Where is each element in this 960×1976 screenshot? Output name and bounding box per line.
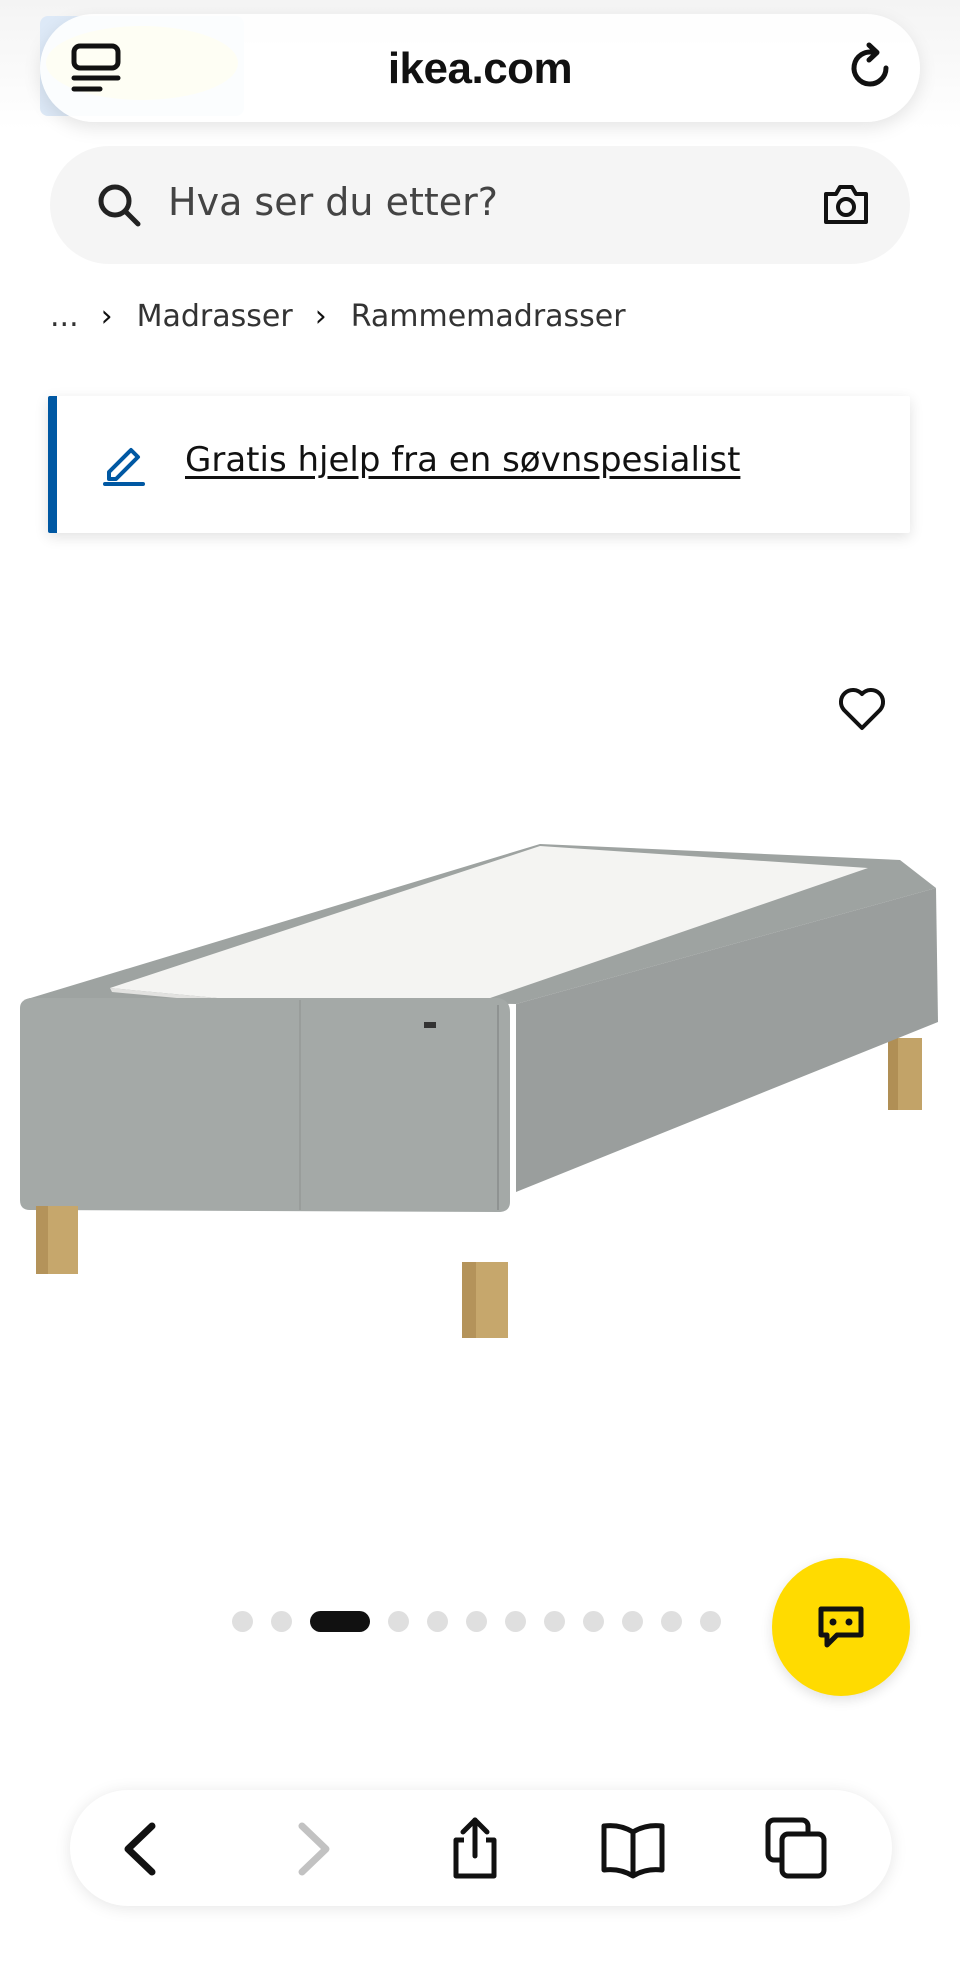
carousel-dot[interactable] bbox=[466, 1610, 487, 1632]
carousel-dot[interactable] bbox=[661, 1610, 682, 1632]
camera-icon[interactable] bbox=[822, 182, 870, 226]
carousel-indicator bbox=[232, 1610, 739, 1632]
url-text[interactable]: ikea.com bbox=[40, 44, 920, 94]
sleep-specialist-link[interactable]: Gratis hjelp fra en søvnspesialist bbox=[185, 440, 740, 480]
carousel-dot[interactable] bbox=[544, 1610, 565, 1632]
address-bar[interactable]: ikea.com bbox=[40, 14, 920, 122]
carousel-dot[interactable] bbox=[505, 1610, 526, 1632]
sleep-specialist-banner[interactable]: Gratis hjelp fra en søvnspesialist bbox=[48, 396, 910, 533]
breadcrumb-item-madrasser[interactable]: Madrasser bbox=[137, 299, 293, 334]
carousel-dot[interactable] bbox=[427, 1610, 448, 1632]
share-icon[interactable] bbox=[442, 1816, 508, 1882]
carousel-dot-active[interactable] bbox=[310, 1610, 370, 1632]
search-field[interactable]: Hva ser du etter? bbox=[50, 146, 910, 264]
forward-icon bbox=[298, 1822, 330, 1876]
product-image[interactable] bbox=[0, 620, 960, 1460]
pencil-icon bbox=[103, 448, 145, 486]
chat-bubble-icon bbox=[818, 1606, 864, 1648]
carousel-dot[interactable] bbox=[622, 1610, 643, 1632]
chat-button[interactable] bbox=[772, 1558, 910, 1696]
search-icon bbox=[98, 184, 141, 227]
carousel-dot[interactable] bbox=[583, 1610, 604, 1632]
carousel-dot[interactable] bbox=[271, 1610, 292, 1632]
bookmarks-icon[interactable] bbox=[600, 1816, 666, 1882]
tabs-icon[interactable] bbox=[764, 1816, 830, 1882]
breadcrumb: ... › Madrasser › Rammemadrasser bbox=[50, 296, 626, 336]
chevron-right-icon: › bbox=[314, 298, 327, 334]
heart-outline-icon[interactable] bbox=[836, 684, 888, 732]
carousel-dot[interactable] bbox=[700, 1610, 721, 1632]
carousel-dot[interactable] bbox=[388, 1610, 409, 1632]
breadcrumb-ellipsis[interactable]: ... bbox=[50, 299, 79, 334]
browser-toolbar bbox=[70, 1790, 892, 1906]
chevron-right-icon: › bbox=[100, 298, 113, 334]
search-placeholder[interactable]: Hva ser du etter? bbox=[168, 180, 498, 224]
back-icon[interactable] bbox=[110, 1816, 176, 1882]
breadcrumb-item-rammemadrasser[interactable]: Rammemadrasser bbox=[351, 299, 626, 334]
reload-icon[interactable] bbox=[844, 42, 896, 94]
carousel-dot[interactable] bbox=[232, 1610, 253, 1632]
